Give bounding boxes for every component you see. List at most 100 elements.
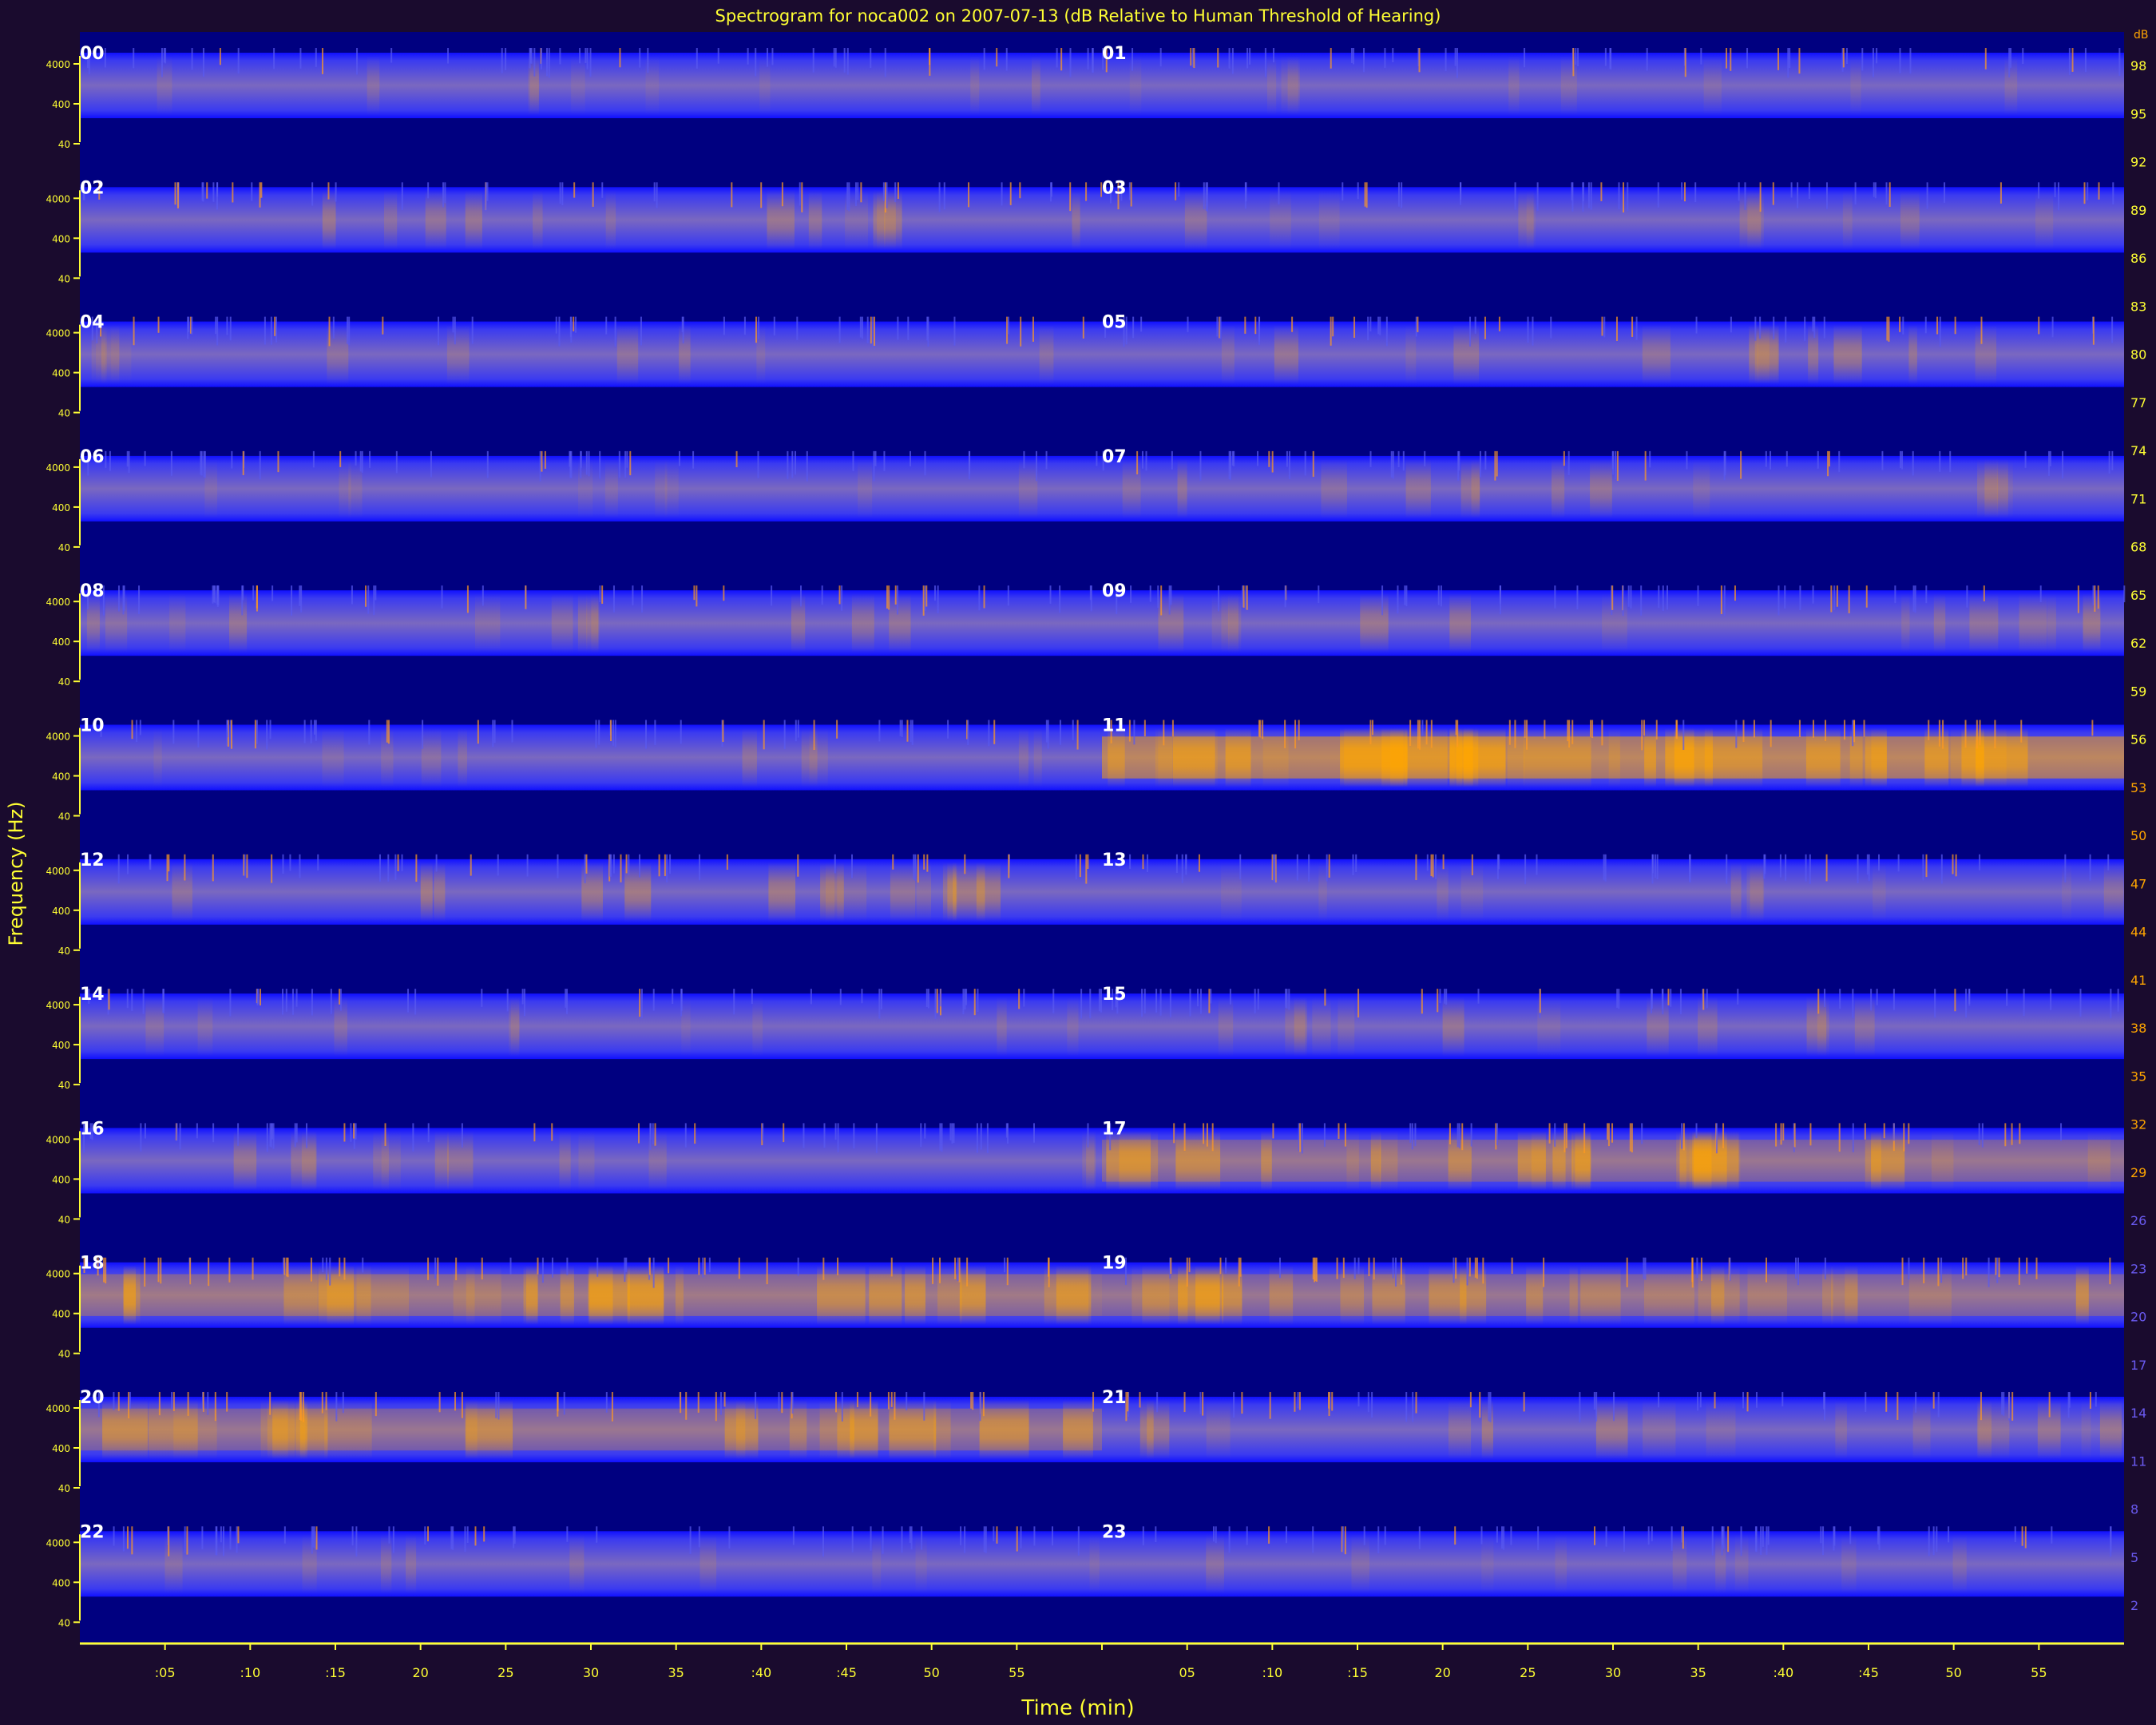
y-tick-label: 400	[52, 368, 70, 379]
y-axis: 4000 400 40	[46, 593, 81, 688]
y-tick-label: 400	[52, 1309, 70, 1320]
x-tick-label: 55	[1009, 1665, 1024, 1680]
spectrogram-panel: 18	[80, 1254, 1102, 1328]
y-axis: 4000 400 40	[46, 56, 81, 150]
y-tick-label: 4000	[46, 1537, 70, 1549]
colorbar-tick: 68	[2130, 540, 2146, 555]
x-axis-label: Time (min)	[1021, 1696, 1135, 1720]
x-axis: :05:10:15 20 25 30 35:40:45 50 55 05:10:15 20 25 3…	[80, 1642, 2124, 1680]
y-tick-label: 4000	[46, 59, 70, 70]
x-tick-label: 30	[1605, 1665, 1621, 1680]
colorbar-tick: 14	[2130, 1406, 2146, 1421]
colorbar-tick: 74	[2130, 443, 2146, 458]
colorbar-tick: 62	[2130, 636, 2146, 651]
hour-label: 03	[1102, 178, 1127, 198]
x-tick-label: 50	[923, 1665, 939, 1680]
spectrogram-panel: 22	[80, 1522, 1102, 1597]
colorbar-tick: 83	[2130, 299, 2146, 314]
colorbar-tick: 8	[2130, 1502, 2138, 1517]
y-axis-label: Frequency (Hz)	[5, 801, 27, 946]
colorbar-tick: 5	[2130, 1550, 2138, 1565]
hour-label: 17	[1102, 1119, 1127, 1139]
colorbar-tick: 17	[2130, 1358, 2146, 1373]
y-tick-label: 4000	[46, 732, 70, 743]
y-tick-label: 40	[58, 139, 70, 150]
y-axis: 4000 400 40	[46, 1265, 81, 1360]
hour-label: 13	[1102, 851, 1127, 870]
y-tick-label: 4000	[46, 193, 70, 204]
y-tick-label: 4000	[46, 1000, 70, 1011]
colorbar-tick: 53	[2130, 780, 2146, 795]
hour-label: 08	[80, 581, 105, 601]
colorbar-tick: 20	[2130, 1310, 2146, 1325]
y-tick-label: 400	[52, 502, 70, 514]
y-tick-label: 4000	[46, 597, 70, 608]
y-tick-label: 40	[58, 408, 70, 419]
hour-label: 04	[80, 313, 105, 333]
x-tick-label: 55	[2031, 1665, 2047, 1680]
hour-label: 05	[1102, 313, 1127, 333]
hour-label: 09	[1102, 581, 1127, 601]
chart-title: Spectrogram for noca002 on 2007-07-13 (d…	[715, 6, 1441, 26]
y-tick-label: 40	[58, 1617, 70, 1628]
spectrogram-chart: 00 01 02 03 04 05 06 07 08 09 10 11 12 13 14 15 16 17 18 19…	[46, 29, 2149, 1680]
y-axis: 4000 400 40	[46, 862, 81, 957]
spectrogram-panel: 09	[1102, 581, 2126, 656]
y-tick-label: 40	[58, 946, 70, 957]
spectrogram-panel: 13	[1102, 851, 2124, 925]
colorbar-tick: 56	[2130, 732, 2146, 748]
spectrogram-panel: 20	[80, 1388, 1102, 1462]
colorbar-tick: 59	[2130, 684, 2146, 699]
x-tick-label: 25	[1520, 1665, 1536, 1680]
y-tick-label: 40	[58, 542, 70, 553]
hour-label: 01	[1102, 44, 1127, 64]
spectrogram-panel: 03	[1102, 178, 2124, 253]
hour-label: 06	[80, 447, 105, 467]
colorbar-tick: 32	[2130, 1117, 2146, 1132]
colorbar-tick: 92	[2130, 155, 2146, 170]
x-tick-label: 50	[1945, 1665, 1961, 1680]
hour-label: 07	[1102, 447, 1127, 467]
colorbar-tick: 2	[2130, 1598, 2138, 1613]
y-tick-label: 400	[52, 1577, 70, 1588]
colorbar-tick: 95	[2130, 106, 2146, 121]
hour-label: 02	[80, 178, 105, 198]
colorbar-unit: dB	[2134, 29, 2149, 42]
y-tick-label: 4000	[46, 1269, 70, 1280]
hour-label: 19	[1102, 1254, 1127, 1274]
spectrogram-panel: 11	[1102, 716, 2124, 791]
colorbar-tick: 35	[2130, 1069, 2146, 1084]
hour-label: 11	[1102, 716, 1127, 736]
spectrogram-panel: 05	[1102, 313, 2124, 387]
colorbar-tick: 11	[2130, 1453, 2146, 1469]
colorbar-tick: 23	[2130, 1261, 2146, 1276]
colorbar-tick: 29	[2130, 1165, 2146, 1180]
y-tick-label: 4000	[46, 1403, 70, 1414]
y-tick-label: 400	[52, 906, 70, 917]
hour-label: 20	[80, 1388, 105, 1408]
x-tick-label: 30	[583, 1665, 599, 1680]
y-tick-label: 40	[58, 1214, 70, 1225]
hour-label: 15	[1102, 985, 1127, 1005]
spectrogram-panel: 10	[80, 716, 1102, 791]
colorbar-tick: 44	[2130, 925, 2146, 940]
colorbar-tick: 98	[2130, 58, 2146, 73]
x-tick-label: :15	[325, 1665, 346, 1680]
y-axis: 4000 400 40	[46, 1534, 81, 1628]
y-axis: 4000 400 40	[46, 997, 81, 1091]
colorbar-tick: 80	[2130, 347, 2146, 363]
hour-label: 12	[80, 851, 105, 870]
colorbar-tick: 50	[2130, 828, 2146, 843]
y-tick-label: 400	[52, 1174, 70, 1185]
y-tick-label: 400	[52, 636, 70, 648]
x-tick-label: :05	[155, 1665, 176, 1680]
spectrogram-panel: 07	[1102, 447, 2124, 521]
colorbar-tick: 47	[2130, 876, 2146, 891]
x-tick-label: :45	[1858, 1665, 1879, 1680]
y-axis: 4000 400 40	[46, 458, 81, 553]
spectrogram-panel: 00	[80, 44, 1102, 118]
y-axis: 4000 400 40	[46, 324, 81, 419]
y-tick-label: 4000	[46, 328, 70, 339]
spectrogram-panel: 21	[1102, 1388, 2124, 1462]
hour-label: 10	[80, 716, 105, 736]
